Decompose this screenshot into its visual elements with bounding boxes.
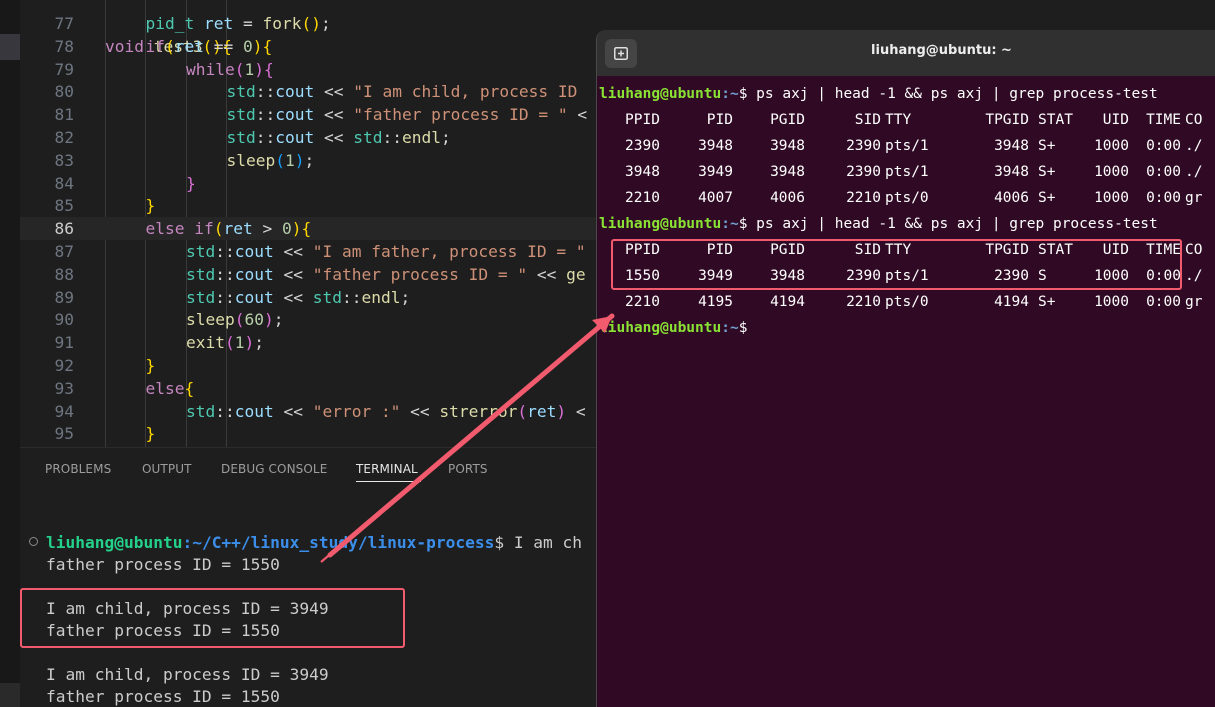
line-number: 93	[54, 378, 75, 398]
code-line-partial: void test3(){	[105, 37, 232, 56]
line-number: 81	[54, 105, 75, 125]
code-text: while(1){	[186, 59, 274, 79]
line-number: 80	[54, 82, 75, 102]
code-text: else{	[145, 378, 195, 398]
code-text: exit(1);	[186, 333, 264, 353]
code-text: }	[145, 356, 156, 375]
terminal-output-line: I am child, process ID = 3949	[46, 665, 329, 684]
prompt-tail: $ I am ch	[494, 533, 583, 552]
code-text: sleep(60);	[186, 310, 284, 330]
line-number: 83	[54, 150, 75, 170]
terminal-title: liuhang@ubuntu: ~	[871, 43, 1012, 58]
line-number: 85	[54, 196, 75, 216]
prompt-user: liuhang@ubuntu	[46, 533, 183, 552]
ps-process-row: 2390 3948 3948 2390 pts/1 3948 S+ 1000 0:00 ./	[625, 138, 1203, 154]
code-text: }	[186, 173, 196, 193]
terminal-prompt-line: liuhang@ubuntu:~$ ps axj | head -1 && ps…	[599, 216, 1158, 232]
highlight-box-child-output	[20, 588, 405, 648]
tab-problems[interactable]: PROBLEMS	[45, 462, 111, 476]
line-number: 77	[54, 14, 75, 33]
panel-tabs: PROBLEMS OUTPUT DEBUG CONSOLE TERMINAL P…	[20, 448, 620, 488]
activity-bar	[0, 0, 20, 707]
line-number: 88	[54, 264, 75, 284]
terminal-prompt-line: liuhang@ubuntu:~$ ps axj | head -1 && ps…	[599, 86, 1158, 102]
terminal-output-line: father process ID = 1550	[46, 555, 280, 574]
activity-item-bottom[interactable]	[0, 683, 20, 707]
code-text: else if(ret > 0){	[145, 219, 312, 239]
code-text: std::cout << "father process ID = " << g…	[186, 264, 586, 284]
code-text: std::cout << "I am child, process ID	[226, 82, 578, 102]
code-text: }	[145, 196, 156, 216]
highlight-box-ps-row	[611, 239, 1182, 290]
tab-ports[interactable]: PORTS	[448, 462, 488, 476]
code-text: std::cout << "I am father, process ID = …	[186, 242, 586, 261]
code-text: std::cout << std::endl;	[186, 287, 411, 307]
ps-process-row: 2210 4195 4194 2210 pts/0 4194 S+ 1000 0:00 gr	[625, 294, 1203, 310]
line-number: 84	[54, 173, 75, 193]
code-text: }	[145, 424, 156, 444]
tab-debug-console[interactable]: DEBUG CONSOLE	[221, 462, 327, 476]
terminal-prompt-line[interactable]: liuhang@ubuntu:~/C++/linux_study/linux-p…	[46, 532, 582, 554]
line-number: 82	[54, 128, 75, 147]
active-tab-indicator	[356, 481, 421, 482]
line-number: 92	[54, 356, 75, 375]
command-status-circle-icon[interactable]	[29, 537, 38, 546]
code-text: if(ret == 0){	[145, 36, 273, 56]
line-number: 95	[54, 424, 75, 444]
prompt-path: :~/C++/linux_study/linux-process	[182, 533, 495, 552]
tab-output[interactable]: OUTPUT	[142, 462, 192, 476]
code-text: pid_t ret = fork();	[145, 14, 331, 33]
code-text: std::cout << std::endl;	[226, 128, 451, 147]
line-number: 89	[54, 287, 75, 307]
code-text: sleep(1);	[226, 150, 315, 170]
line-number: 87	[54, 242, 75, 261]
terminal-output-line: father process ID = 1550	[46, 687, 280, 706]
tab-terminal[interactable]: TERMINAL	[356, 462, 418, 476]
terminal-title-bar[interactable]: liuhang@ubuntu: ~	[597, 30, 1215, 76]
code-text: std::cout << "error :" << strerror(ret) …	[186, 401, 586, 421]
ps-process-row: 2210 4007 4006 2210 pts/0 4006 S+ 1000 0:00 gr	[625, 190, 1203, 206]
code-text: std::cout << "father process ID = " <	[226, 105, 588, 125]
activity-item-selected[interactable]	[0, 34, 20, 60]
line-number: 90	[54, 310, 75, 330]
line-number: 91	[54, 333, 75, 353]
line-number: 79	[54, 59, 75, 79]
ps-process-row: 3948 3949 3948 2390 pts/1 3948 S+ 1000 0:00 ./	[625, 164, 1203, 180]
line-number: 86	[54, 219, 75, 239]
ps-header-row: PPID PID PGID SID TTY TPGID STAT UID TIME CO	[625, 112, 1203, 128]
terminal-prompt-line: liuhang@ubuntu:~$	[599, 320, 748, 336]
ubuntu-terminal-window[interactable]: liuhang@ubuntu: ~ liuhang@ubuntu:~$ ps a…	[596, 30, 1215, 707]
line-number: 78	[54, 36, 75, 56]
line-number: 94	[54, 401, 75, 421]
